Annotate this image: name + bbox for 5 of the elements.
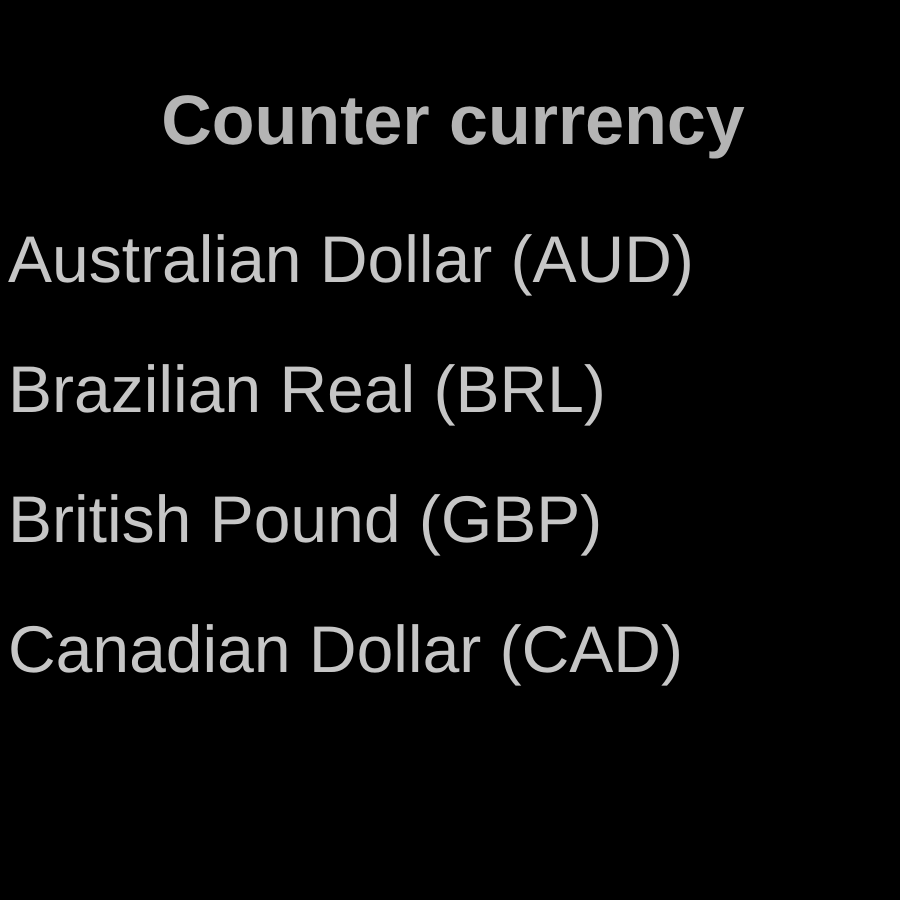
currency-option[interactable]: British Pound (GBP)	[8, 464, 820, 574]
dialog-title: Counter currency	[161, 80, 745, 161]
currency-option[interactable]: Brazilian Real (BRL)	[8, 334, 820, 444]
currency-option[interactable]: Australian Dollar (AUD)	[8, 204, 820, 314]
currency-option[interactable]: Canadian Dollar (CAD)	[8, 594, 820, 704]
